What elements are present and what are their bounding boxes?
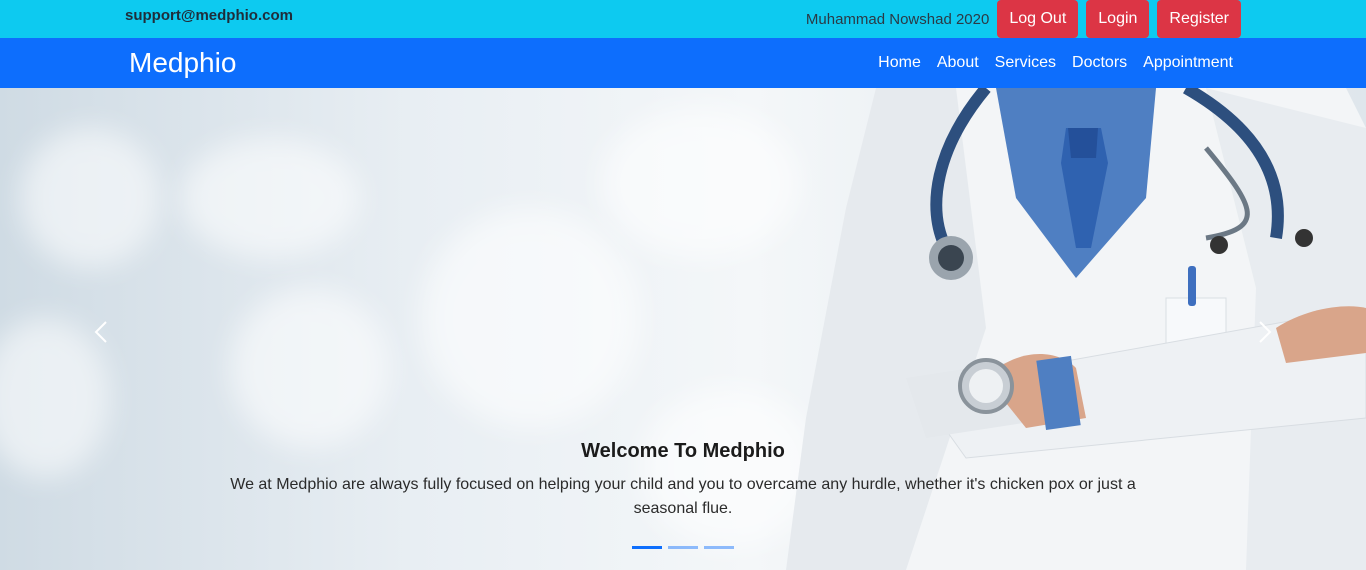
top-bar-right: Muhammad Nowshad 2020 Log Out Login Regi… — [806, 0, 1241, 38]
bokeh-light — [180, 138, 360, 258]
carousel-caption: Welcome To Medphio We at Medphio are alw… — [0, 440, 1366, 521]
carousel-indicators — [0, 546, 1366, 549]
carousel-indicator-1[interactable] — [632, 546, 662, 549]
bokeh-light — [600, 108, 800, 258]
top-bar: support@medphio.com Muhammad Nowshad 202… — [0, 0, 1366, 38]
chevron-left-icon — [94, 321, 107, 343]
nav-appointment[interactable]: Appointment — [1135, 54, 1241, 72]
nav-about[interactable]: About — [929, 54, 987, 72]
brand-logo[interactable]: Medphio — [129, 47, 236, 79]
bokeh-light — [20, 128, 160, 268]
hero-carousel: Welcome To Medphio We at Medphio are alw… — [0, 88, 1366, 570]
bokeh-light — [230, 288, 390, 448]
nav-links: Home About Services Doctors Appointment — [870, 38, 1241, 88]
main-navbar: Medphio Home About Services Doctors Appo… — [0, 38, 1366, 88]
register-button[interactable]: Register — [1157, 0, 1241, 38]
hero-title: Welcome To Medphio — [581, 440, 785, 462]
carousel-prev-arrow[interactable] — [90, 320, 114, 344]
carousel-indicator-2[interactable] — [668, 546, 698, 549]
nav-services[interactable]: Services — [987, 54, 1064, 72]
support-email: support@medphio.com — [125, 7, 293, 24]
hero-text: We at Medphio are always fully focused o… — [230, 476, 1136, 517]
nav-home[interactable]: Home — [870, 54, 929, 72]
chevron-right-icon — [1259, 321, 1272, 343]
logout-button[interactable]: Log Out — [997, 0, 1079, 38]
nav-doctors[interactable]: Doctors — [1064, 54, 1135, 72]
login-button[interactable]: Login — [1086, 0, 1150, 38]
user-name: Muhammad Nowshad 2020 — [805, 10, 990, 28]
bokeh-light — [420, 208, 640, 428]
carousel-indicator-3[interactable] — [704, 546, 734, 549]
carousel-next-arrow[interactable] — [1252, 320, 1276, 344]
